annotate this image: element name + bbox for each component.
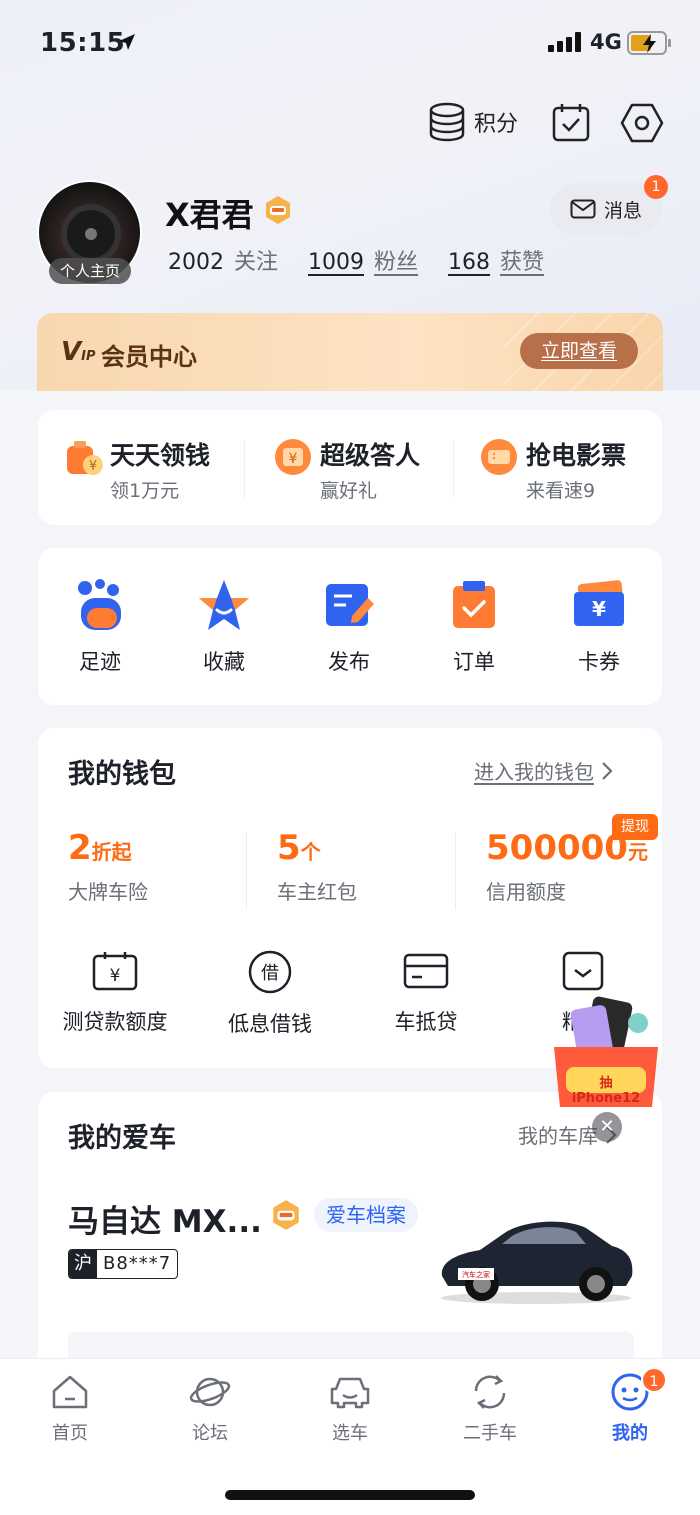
vip-logo: VIP	[61, 337, 96, 367]
car-owner-badge-icon	[273, 1200, 299, 1230]
message-label: 消息	[603, 199, 642, 222]
following-count[interactable]: 2002	[168, 250, 224, 275]
home-indicator	[225, 1490, 475, 1500]
wallet-car-insurance[interactable]: 2折起 大牌车险	[68, 828, 148, 905]
car-image[interactable]: 汽车之家	[436, 1206, 636, 1306]
withdraw-badge[interactable]: 提现	[612, 814, 658, 840]
profile-home-tag[interactable]: 个人主页	[49, 258, 131, 284]
money-bag-icon: ¥	[67, 441, 103, 475]
svg-text:¥: ¥	[289, 451, 298, 467]
following-label[interactable]: 关注	[234, 244, 278, 276]
gift-box-icon	[562, 951, 604, 991]
refresh-icon	[474, 1375, 506, 1409]
wallet-title: 我的钱包	[68, 759, 176, 790]
divider	[244, 440, 245, 498]
tab-used-car[interactable]: 二手车	[440, 1373, 540, 1445]
settings-hex-icon[interactable]	[620, 102, 664, 144]
username: X君君	[165, 196, 254, 234]
borrow-icon: 借	[248, 950, 292, 994]
footprint-icon	[78, 579, 121, 630]
user-stats: 2002 关注 1009 粉丝 168 获赞	[168, 244, 574, 276]
fans-count[interactable]: 1009	[308, 250, 364, 275]
card-icon	[403, 953, 449, 989]
points-button[interactable]: 积分	[428, 102, 518, 142]
car-owner-badge-icon	[266, 196, 290, 224]
quick-publish[interactable]: 发布	[309, 578, 389, 676]
divider	[453, 440, 454, 498]
svg-text:¥: ¥	[592, 597, 606, 621]
quick-orders[interactable]: 订单	[434, 578, 514, 676]
tab-choose-car[interactable]: 选车	[300, 1373, 400, 1445]
svg-text:汽车之家: 汽车之家	[462, 1270, 490, 1279]
coins-icon	[429, 102, 465, 142]
wallet-loan-quota[interactable]: ¥ 测贷款额度	[40, 950, 190, 1036]
status-time: 15:15	[40, 28, 126, 58]
wallet-red-packets[interactable]: 5个 车主红包	[277, 828, 357, 905]
signal-icon	[548, 32, 581, 52]
ticket-icon	[481, 439, 517, 475]
car-archive-button[interactable]: 爱车档案	[314, 1198, 418, 1232]
location-arrow-icon	[119, 34, 135, 50]
message-badge: 1	[644, 175, 668, 199]
svg-text:¥: ¥	[89, 459, 97, 474]
network-type: 4G	[590, 30, 622, 54]
likes-label[interactable]: 获赞	[500, 244, 544, 276]
star-icon	[199, 580, 249, 630]
mail-icon	[570, 199, 596, 219]
vip-title: 会员中心	[101, 343, 197, 371]
floating-promo[interactable]: 抽iPhone12	[552, 995, 660, 1111]
order-icon	[453, 581, 495, 628]
loan-calendar-icon: ¥	[92, 952, 138, 991]
wallet-car-mortgage[interactable]: 车抵贷	[351, 950, 501, 1036]
my-car-card: 我的爱车 我的车库 马自达 MX... 爱车档案 沪 B8***7 汽车之家	[38, 1092, 662, 1392]
vip-banner[interactable]: VIP 会员中心 立即查看	[37, 313, 663, 391]
quick-favorites[interactable]: 收藏	[184, 578, 264, 676]
svg-text:借: 借	[261, 963, 279, 984]
tab-forum[interactable]: 论坛	[160, 1373, 260, 1445]
chevron-right-icon	[602, 761, 613, 780]
tab-home[interactable]: 首页	[20, 1373, 120, 1445]
close-icon[interactable]: ✕	[592, 1112, 622, 1142]
promo-card: ¥ 天天领钱 领1万元 ¥ 超级答人 赢好礼 抢电影票 来看速9	[38, 410, 662, 525]
car-model-name[interactable]: 马自达 MX...	[68, 1196, 262, 1241]
quiz-icon: ¥	[275, 439, 311, 475]
fans-label[interactable]: 粉丝	[374, 244, 418, 276]
quick-footprint[interactable]: 足迹	[60, 578, 140, 676]
wallet-enter-link[interactable]: 进入我的钱包	[474, 756, 614, 785]
status-bar: 15:15 4G	[0, 0, 700, 88]
car-section-title: 我的爱车	[68, 1123, 176, 1154]
quick-coupons[interactable]: ¥ 卡券	[559, 578, 639, 676]
edit-note-icon	[326, 584, 374, 626]
divider	[455, 832, 456, 910]
car-front-icon	[330, 1377, 370, 1409]
vip-view-button[interactable]: 立即查看	[520, 333, 638, 369]
svg-text:¥: ¥	[110, 966, 121, 986]
floating-promo-label: 抽iPhone12	[571, 1076, 641, 1106]
quick-actions-card: 足迹 收藏 发布 订单 ¥ 卡券	[38, 548, 662, 705]
calendar-checkin-icon[interactable]	[552, 102, 590, 142]
tab-mine-badge: 1	[641, 1367, 667, 1393]
battery-icon	[627, 31, 671, 55]
planet-icon	[189, 1377, 231, 1407]
divider	[246, 832, 247, 910]
home-icon	[52, 1375, 88, 1409]
wallet-low-interest[interactable]: 借 低息借钱	[195, 950, 345, 1038]
license-plate: 沪 B8***7	[68, 1249, 179, 1279]
likes-count[interactable]: 168	[448, 250, 490, 275]
points-label: 积分	[474, 112, 519, 137]
coupon-card-icon: ¥	[574, 580, 625, 626]
